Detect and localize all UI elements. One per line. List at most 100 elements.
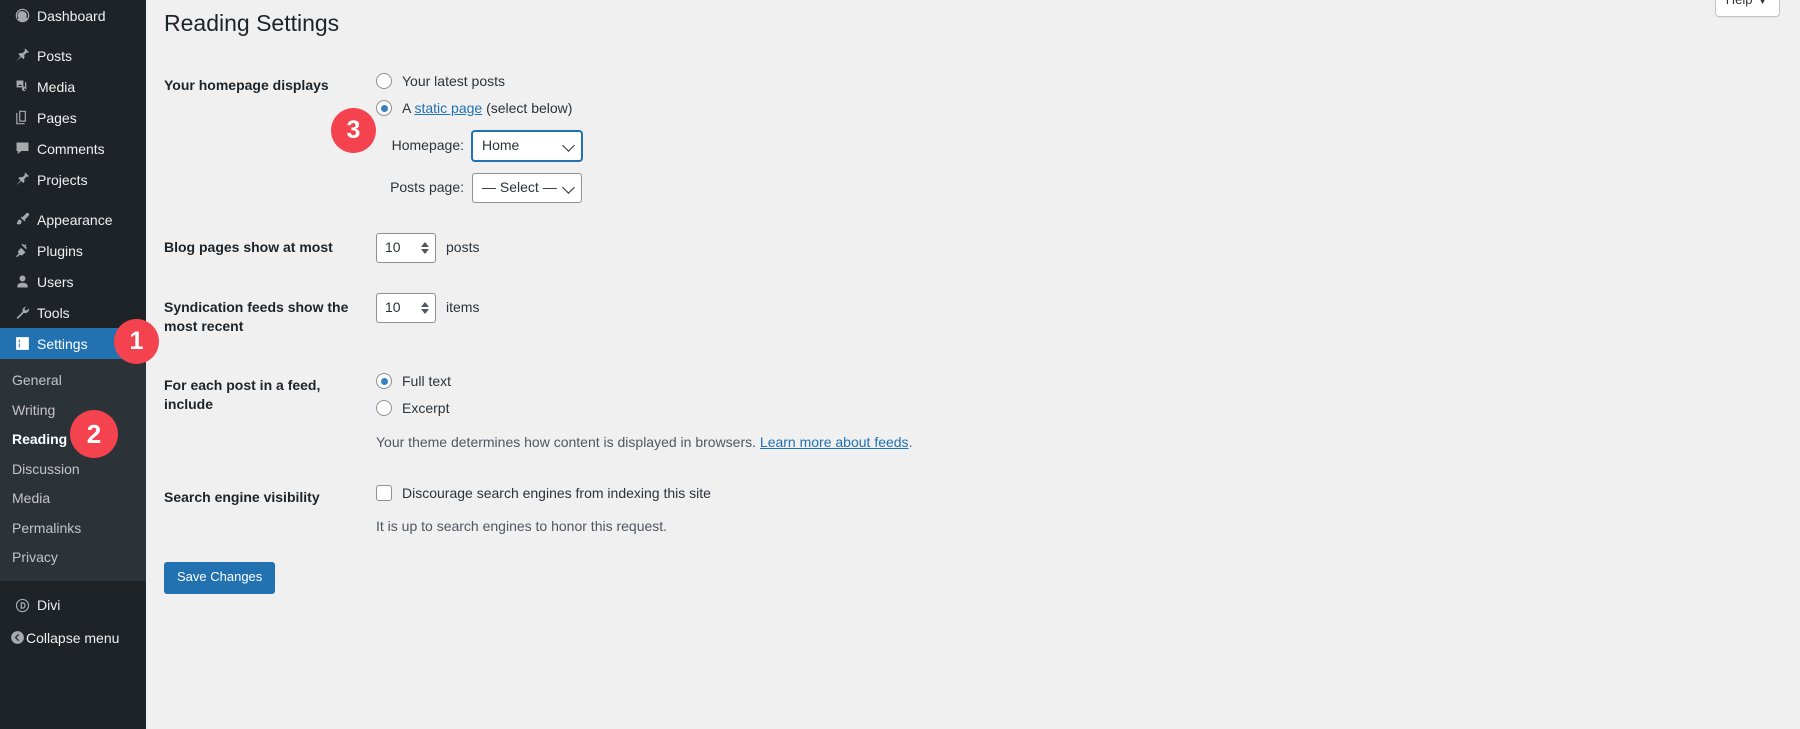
- collapse-menu-label: Collapse menu: [26, 629, 120, 646]
- row-feed-include: For each post in a feed, include Full te…: [164, 356, 922, 468]
- homepage-select-row: Homepage: Home: [376, 130, 912, 161]
- radio-latest-posts[interactable]: [376, 73, 392, 90]
- radio-option-excerpt[interactable]: Excerpt: [376, 398, 912, 419]
- sidebar-item-label: Pages: [37, 109, 77, 126]
- sidebar-item-label: Tools: [37, 304, 70, 321]
- postspage-select[interactable]: — Select —: [472, 172, 582, 203]
- sidebar-item-comments[interactable]: Comments: [0, 133, 146, 164]
- menu-separator: [0, 195, 146, 204]
- sidebar-item-label: Projects: [37, 171, 88, 188]
- divi-icon: [9, 597, 35, 614]
- row-search-visibility: Search engine visibility Discourage sear…: [164, 468, 922, 552]
- radio-full-text[interactable]: [376, 373, 392, 390]
- callout-badge-1: 1: [114, 319, 159, 364]
- submenu-item-general[interactable]: General: [0, 366, 146, 396]
- blog-pages-input[interactable]: 10: [376, 232, 436, 263]
- cell-search-visibility: Discourage search engines from indexing …: [366, 468, 922, 552]
- search-visibility-description: It is up to search engines to honor this…: [376, 517, 668, 534]
- label-blog-pages: Blog pages show at most: [164, 238, 333, 255]
- callout-badge-2: 2: [70, 410, 118, 458]
- homepage-select[interactable]: Home: [472, 130, 582, 161]
- save-changes-button[interactable]: Save Changes: [164, 561, 276, 594]
- radio-option-static-page[interactable]: A static page (select below): [376, 98, 912, 119]
- sidebar-item-appearance[interactable]: Appearance: [0, 204, 146, 235]
- reading-settings-form: Your homepage displays Your latest posts…: [164, 56, 922, 552]
- sidebar-item-label: Media: [37, 78, 76, 95]
- dashboard-icon: [9, 7, 35, 24]
- main-content: Help ▼ Reading Settings Your homepage di…: [146, 0, 1800, 729]
- feed-include-description: Your theme determines how content is dis…: [376, 432, 912, 453]
- callout-badge-3: 3: [331, 108, 376, 153]
- submenu-item-privacy[interactable]: Privacy: [0, 543, 146, 573]
- submit-area: Save Changes: [146, 561, 1800, 594]
- label-syndication-feeds: Syndication feeds show the most recent: [164, 298, 349, 334]
- sidebar-item-pages[interactable]: Pages: [0, 102, 146, 133]
- submenu-item-media[interactable]: Media: [0, 484, 146, 514]
- number-stepper-icon[interactable]: [421, 301, 429, 314]
- comments-icon: [9, 140, 35, 157]
- sidebar-item-label: Users: [37, 273, 74, 290]
- static-page-prefix: A: [402, 99, 415, 116]
- menu-separator: [0, 31, 146, 40]
- number-stepper-icon[interactable]: [421, 241, 429, 254]
- sidebar-item-label: Divi: [37, 597, 61, 613]
- cell-homepage-displays: Your latest posts A static page (select …: [366, 56, 922, 218]
- static-page-link[interactable]: static page: [414, 100, 482, 116]
- feed-desc-suffix: .: [908, 433, 913, 450]
- label-search-visibility: Search engine visibility: [164, 488, 320, 505]
- radio-full-text-label: Full text: [402, 372, 452, 389]
- submenu-item-discussion[interactable]: Discussion: [0, 455, 146, 485]
- blog-pages-value: 10: [385, 239, 401, 256]
- radio-option-latest-posts[interactable]: Your latest posts: [376, 71, 912, 92]
- user-icon: [9, 273, 35, 290]
- pin-icon: [9, 171, 35, 188]
- sidebar-item-posts[interactable]: Posts: [0, 40, 146, 71]
- homepage-select-value: Home: [482, 137, 520, 154]
- sidebar-item-label: Comments: [37, 140, 105, 157]
- cell-feed-include: Full text Excerpt Your theme determines …: [366, 356, 922, 468]
- help-tab-button[interactable]: Help ▼: [1714, 0, 1780, 17]
- label-feed-include: For each post in a feed, include: [164, 376, 321, 412]
- checkbox-option-discourage[interactable]: Discourage search engines from indexing …: [376, 483, 912, 504]
- syndication-input[interactable]: 10: [376, 292, 436, 323]
- discourage-search-engines-checkbox[interactable]: [376, 485, 392, 502]
- row-blog-pages: Blog pages show at most 10 posts: [164, 218, 922, 278]
- syndication-control: 10 items: [376, 292, 912, 323]
- radio-latest-posts-label: Your latest posts: [402, 72, 505, 89]
- sidebar-item-projects[interactable]: Projects: [0, 164, 146, 195]
- settings-icon: [9, 335, 35, 352]
- sidebar-item-divi[interactable]: Divi: [0, 590, 146, 621]
- radio-static-page-label: A static page (select below): [402, 98, 572, 119]
- static-page-selectors: Homepage: Home Posts page: — Select —: [376, 130, 912, 203]
- sidebar-item-label: Settings: [37, 335, 88, 352]
- chevron-down-icon: [562, 139, 575, 152]
- cell-blog-pages: 10 posts: [366, 218, 922, 278]
- discourage-search-engines-label: Discourage search engines from indexing …: [402, 484, 711, 501]
- radio-option-full-text[interactable]: Full text: [376, 371, 912, 392]
- sidebar-item-label: Appearance: [37, 211, 113, 228]
- plugin-icon: [9, 242, 35, 259]
- radio-excerpt[interactable]: [376, 400, 392, 417]
- syndication-value: 10: [385, 299, 401, 316]
- help-tab-label: Help: [1726, 0, 1753, 7]
- submenu-item-permalinks[interactable]: Permalinks: [0, 514, 146, 544]
- sidebar-item-users[interactable]: Users: [0, 266, 146, 297]
- collapse-menu-button[interactable]: Collapse menu: [0, 621, 146, 655]
- pin-icon: [9, 47, 35, 64]
- syndication-unit: items: [446, 299, 480, 316]
- sidebar-item-label: Dashboard: [37, 7, 106, 24]
- radio-excerpt-label: Excerpt: [402, 399, 450, 416]
- learn-more-feeds-link[interactable]: Learn more about feeds: [760, 434, 909, 450]
- menu-separator: [0, 581, 146, 590]
- admin-sidebar: Dashboard Posts Media Pages Comments Pro…: [0, 0, 146, 729]
- blog-pages-unit: posts: [446, 239, 480, 256]
- chevron-down-icon: ▼: [1756, 0, 1769, 7]
- postspage-select-value: — Select —: [482, 179, 557, 196]
- page-title: Reading Settings: [164, 10, 340, 36]
- sidebar-item-dashboard[interactable]: Dashboard: [0, 0, 146, 31]
- sidebar-item-media[interactable]: Media: [0, 71, 146, 102]
- collapse-arrow-icon: [9, 629, 26, 646]
- radio-static-page[interactable]: [376, 100, 392, 117]
- sidebar-item-plugins[interactable]: Plugins: [0, 235, 146, 266]
- pages-icon: [9, 109, 35, 126]
